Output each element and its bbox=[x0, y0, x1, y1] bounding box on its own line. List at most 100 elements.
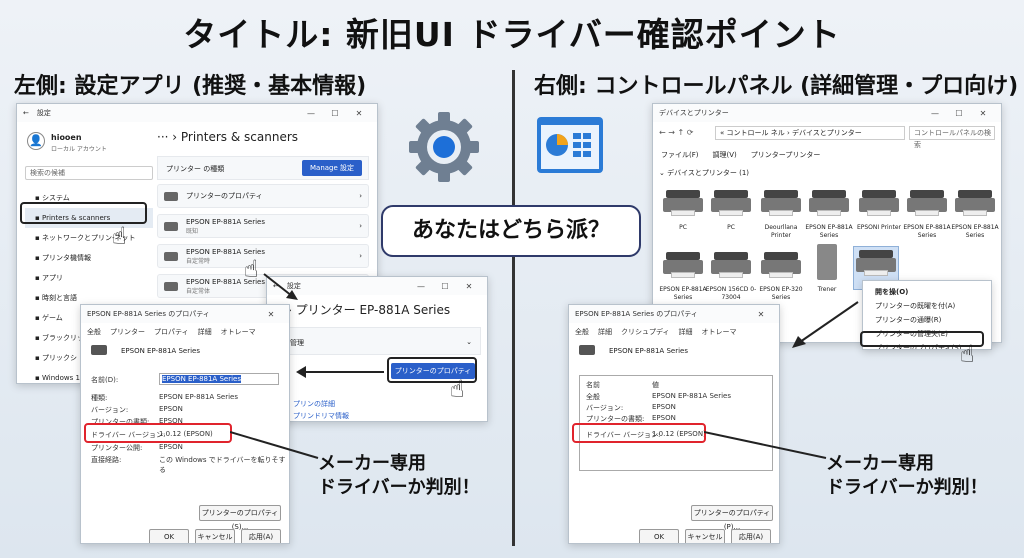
close-icon[interactable]: ✕ bbox=[749, 310, 773, 319]
props-titlebar: EPSON EP-881A Series のプロパティ ✕ bbox=[81, 305, 289, 323]
tab-properties[interactable]: プロパティ bbox=[154, 327, 189, 337]
tab-general[interactable]: 全般 bbox=[87, 327, 101, 337]
pointer-hand-icon: ☝ bbox=[112, 222, 127, 250]
close-icon[interactable]: ✕ bbox=[457, 282, 481, 291]
ok-button[interactable]: OK bbox=[639, 529, 679, 543]
printer-icon bbox=[579, 345, 595, 355]
apply-button[interactable]: 応用(A) bbox=[731, 529, 771, 543]
link-driver[interactable]: プリンドリマ情報 bbox=[293, 411, 349, 421]
printer-icon[interactable] bbox=[663, 190, 703, 220]
tab-color[interactable]: クリシュプディ bbox=[621, 327, 670, 337]
callout-line bbox=[230, 431, 319, 459]
printer-props-button[interactable]: プリンターのプロパティ(S)... bbox=[199, 505, 281, 531]
nav-arrows[interactable]: ← → ↑ ⟳ bbox=[659, 128, 693, 137]
column-header: 値 bbox=[652, 381, 659, 389]
close-icon[interactable]: ✕ bbox=[347, 109, 371, 118]
pointer-hand-icon: ☝ bbox=[450, 375, 465, 403]
printer-icon[interactable] bbox=[907, 190, 947, 220]
field-value: EPSON EP-881A Series bbox=[652, 392, 731, 400]
window-title: 設定 bbox=[36, 109, 51, 117]
printer-icon[interactable] bbox=[663, 252, 703, 282]
search-input[interactable]: コントロールパネルの検索 bbox=[909, 126, 995, 149]
printer-icon[interactable] bbox=[761, 190, 801, 220]
device-label: EPSON EP-881A Series bbox=[951, 224, 999, 239]
printer-name: EPSON EP-881A Series bbox=[121, 347, 200, 355]
menu-item[interactable]: プリンターの既曜を付(A) bbox=[863, 299, 991, 313]
minimize-icon[interactable]: — bbox=[299, 109, 323, 118]
arrow-down-right-icon bbox=[263, 273, 298, 300]
tab-other[interactable]: オトレーマ bbox=[221, 327, 256, 337]
printer-type-row: プリンター の種類 Manage 設定 bbox=[157, 156, 369, 180]
question-bubble: あなたはどちら派？ bbox=[381, 205, 641, 257]
field-label: バージョン: bbox=[91, 406, 129, 414]
tab-printer[interactable]: プリンター bbox=[110, 327, 145, 337]
printer-type-label: プリンター の種類 bbox=[166, 165, 225, 173]
device-label: EPSON 156CD 0-73004 bbox=[705, 286, 757, 301]
tab-other[interactable]: オトレーマ bbox=[702, 327, 737, 337]
field-value: EPSON EP-881A Series bbox=[159, 393, 238, 401]
driver-version-highlight bbox=[572, 423, 706, 443]
close-icon[interactable]: ✕ bbox=[259, 310, 283, 319]
tab-general[interactable]: 全般 bbox=[575, 327, 589, 337]
menu-item[interactable]: 開を操(O) bbox=[863, 285, 991, 299]
menu-printer[interactable]: プリンタープリンター bbox=[751, 150, 821, 160]
field-value: EPSON bbox=[159, 405, 183, 413]
printer-icon[interactable] bbox=[761, 252, 801, 282]
menu-file[interactable]: ファイル(F) bbox=[661, 150, 699, 160]
sidebar-item-apps[interactable]: ▪ アプリ bbox=[25, 268, 153, 288]
field-label: 全般 bbox=[586, 393, 600, 401]
column-header: 名前 bbox=[586, 381, 600, 389]
printer-icon[interactable] bbox=[955, 190, 995, 220]
menu-item[interactable]: プリンターの通曝(R) bbox=[863, 313, 991, 327]
printer-icon bbox=[91, 345, 107, 355]
name-input[interactable]: EPSON EP-881A Series bbox=[159, 373, 279, 385]
callout-line bbox=[704, 431, 827, 459]
breadcrumb: ··· › Printers & scanners bbox=[157, 130, 299, 144]
close-icon[interactable]: ✕ bbox=[971, 109, 995, 118]
left-callout: メーカー専用 ドライバーか判別！ bbox=[318, 453, 480, 498]
tab-details[interactable]: 詳細 bbox=[198, 327, 212, 337]
field-value: EPSON bbox=[159, 443, 183, 451]
cancel-button[interactable]: キャンセル bbox=[195, 529, 235, 543]
props-tabs: 全般 詳細 クリシュプディ 詳細 オトレーマ bbox=[575, 327, 737, 337]
props-titlebar: EPSON EP-881A Series のプロパティ ✕ bbox=[569, 305, 779, 323]
right-header: 右側: コントロールパネル (詳細管理・プロ向け) bbox=[534, 74, 1019, 99]
gear-icon bbox=[409, 112, 479, 182]
tab-details[interactable]: 詳細 bbox=[598, 327, 612, 337]
printer-props-button[interactable]: プリンターのプロパティ(P)... bbox=[691, 505, 773, 531]
search-input[interactable]: 検索の候補 bbox=[25, 166, 153, 180]
device-label: PC bbox=[679, 224, 687, 231]
printer-icon[interactable] bbox=[711, 190, 751, 220]
user-sub: ローカル アカウント bbox=[51, 146, 107, 153]
list-item[interactable]: プリンターのプロパティ › bbox=[157, 184, 369, 208]
menu-view[interactable]: 調理(V) bbox=[713, 150, 737, 160]
printer-icon[interactable] bbox=[859, 190, 899, 220]
tab-details-2[interactable]: 詳細 bbox=[679, 327, 693, 337]
device-label: EPSON EP-881A Series bbox=[805, 224, 853, 239]
sidebar-item-printer-info[interactable]: ▪ プリンタ機情報 bbox=[25, 248, 153, 268]
ok-button[interactable]: OK bbox=[149, 529, 189, 543]
cancel-button[interactable]: キャンセル bbox=[685, 529, 725, 543]
left-header: 左側: 設定アプリ (推奨・基本情報) bbox=[14, 74, 367, 99]
field-label: 名前(D): bbox=[91, 376, 119, 384]
printer-icon[interactable] bbox=[809, 190, 849, 220]
list-item[interactable]: EPSON EP-881A Series 既知 › bbox=[157, 214, 369, 238]
list-item[interactable]: EPSON EP-881A Series 自定常時 › bbox=[157, 244, 369, 268]
field-value: EPSON bbox=[652, 414, 676, 422]
manage-button[interactable]: Manage 設定 bbox=[302, 160, 362, 176]
sidebar-item-network[interactable]: ▪ ネットワークとプリン-ネット bbox=[25, 228, 153, 248]
sub-title: › プリンター EP-881A Series bbox=[287, 303, 451, 317]
center-divider bbox=[512, 70, 515, 546]
pointer-hand-icon: ☝ bbox=[960, 340, 975, 368]
printer-icon[interactable] bbox=[856, 250, 896, 280]
maximize-icon[interactable]: ☐ bbox=[323, 109, 347, 118]
link-details[interactable]: プリンの詳細 bbox=[293, 399, 335, 409]
apply-button[interactable]: 応用(A) bbox=[241, 529, 281, 543]
back-arrow-icon[interactable]: ← bbox=[23, 109, 29, 117]
address-bar[interactable]: « コントロール ネル › デバイスとプリンター bbox=[715, 126, 905, 140]
device-label: Deourllana Printer bbox=[764, 224, 798, 239]
printer-icon[interactable] bbox=[711, 252, 751, 282]
manage-row[interactable]: 管理 ⌄ bbox=[281, 327, 481, 355]
field-label: 直接経路: bbox=[91, 456, 122, 464]
tower-icon[interactable] bbox=[817, 244, 837, 280]
